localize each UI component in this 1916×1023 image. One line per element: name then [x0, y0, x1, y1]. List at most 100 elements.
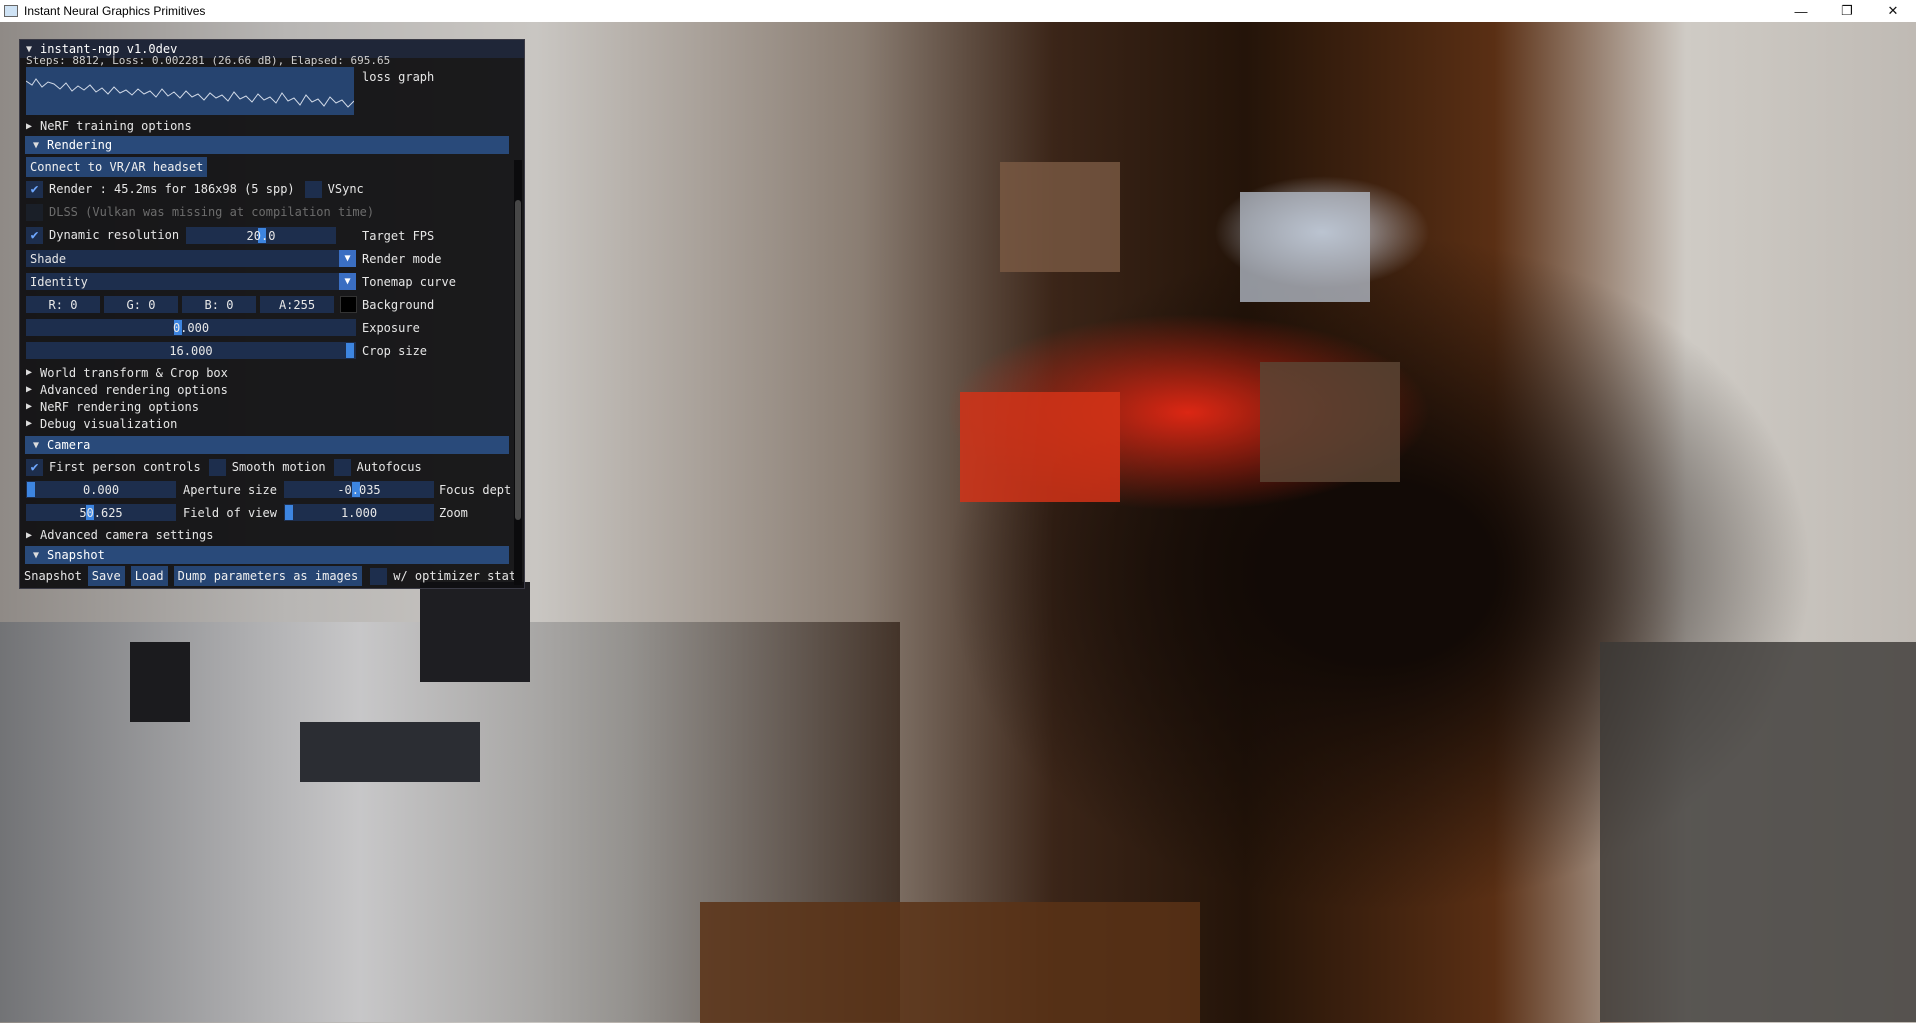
crop-size-slider[interactable]: 16.000: [26, 342, 356, 359]
app-icon: [4, 5, 18, 17]
optimizer-state-checkbox[interactable]: [370, 567, 388, 585]
collapse-arrow-icon: ▼: [33, 549, 40, 561]
smooth-motion-checkbox[interactable]: [208, 458, 226, 476]
nose-highlight: [960, 392, 1120, 502]
tonemap-label: Tonemap curve: [362, 274, 456, 289]
slider-grab[interactable]: [346, 343, 354, 358]
fur-right-patch: [1600, 642, 1916, 1022]
background-a-field[interactable]: A:255: [260, 296, 334, 313]
tonemap-combo[interactable]: Identity ▼: [26, 273, 356, 290]
chevron-down-icon[interactable]: ▼: [339, 273, 356, 290]
debug-visualization-label: Debug visualization: [40, 416, 178, 431]
background-r-field[interactable]: R: 0: [26, 296, 100, 313]
slider-grab[interactable]: [285, 505, 293, 520]
expand-arrow-icon: ▶: [26, 120, 33, 132]
aperture-label: Aperture size: [183, 482, 277, 497]
slider-grab[interactable]: [27, 482, 35, 497]
background-g-field[interactable]: G: 0: [104, 296, 178, 313]
control-panel: ▼ instant-ngp v1.0dev Steps: 8812, Loss:…: [19, 39, 525, 589]
panel-scrollbar[interactable]: [514, 160, 522, 585]
aperture-slider[interactable]: 0.000: [26, 481, 176, 498]
render-mode-value: Shade: [30, 251, 67, 266]
camera-header[interactable]: ▼ Camera: [25, 436, 509, 454]
fur-dark-patch: [300, 722, 480, 782]
exposure-slider[interactable]: 0.000: [26, 319, 356, 336]
loss-graph-line: [25, 78, 355, 108]
snapshot-label: Snapshot: [24, 569, 82, 583]
loss-graph: [25, 67, 355, 115]
fur-brown-patch: [1000, 162, 1120, 272]
dlss-label: DLSS (Vulkan was missing at compilation …: [49, 205, 375, 219]
collapse-arrow-icon: ▼: [33, 439, 40, 451]
dynamic-res-checkbox[interactable]: ✔: [26, 226, 43, 244]
fur-bottom-patch: [700, 902, 1200, 1023]
target-fps-slider[interactable]: 20.0: [186, 227, 336, 244]
chevron-down-icon[interactable]: ▼: [339, 250, 356, 267]
fov-label: Field of view: [183, 505, 277, 520]
zoom-slider[interactable]: 1.000: [284, 504, 434, 521]
vsync-checkbox[interactable]: [304, 180, 322, 198]
dlss-row: DLSS (Vulkan was missing at compilation …: [26, 202, 374, 222]
crop-size-label: Crop size: [362, 343, 428, 358]
expand-arrow-icon: ▶: [26, 384, 33, 395]
app-title-bar: Instant Neural Graphics Primitives — ❐ ✕: [0, 0, 1916, 22]
fov-slider[interactable]: 50.625: [26, 504, 176, 521]
advanced-camera-node[interactable]: ▶ Advanced camera settings: [26, 526, 213, 544]
render-mode-combo[interactable]: Shade ▼: [26, 250, 356, 267]
connect-vr-row: Connect to VR/AR headset: [26, 157, 208, 177]
advanced-rendering-label: Advanced rendering options: [40, 382, 228, 397]
window-title: Instant Neural Graphics Primitives: [24, 4, 206, 18]
render-checkbox[interactable]: ✔: [26, 180, 43, 198]
snapshot-row: Snapshot Save Load Dump parameters as im…: [24, 566, 516, 586]
dlss-checkbox: [26, 203, 43, 221]
expand-arrow-icon: ▶: [26, 418, 33, 429]
background-color-swatch[interactable]: [340, 296, 357, 313]
zoom-value: 1.000: [340, 505, 378, 520]
render-mode-label: Render mode: [362, 251, 442, 266]
collapse-arrow-icon: ▼: [33, 139, 40, 151]
zoom-label: Zoom: [439, 505, 468, 520]
dump-parameters-button[interactable]: Dump parameters as images: [173, 566, 363, 586]
dynamic-res-row: ✔ Dynamic resolution: [26, 225, 179, 245]
snapshot-header[interactable]: ▼ Snapshot: [25, 546, 509, 564]
rendering-header-label: Rendering: [47, 138, 113, 152]
exposure-label: Exposure: [362, 320, 420, 335]
focus-depth-value: -0.035: [337, 482, 381, 497]
minimize-button[interactable]: —: [1778, 0, 1824, 22]
target-fps-value: 20.0: [246, 228, 276, 243]
first-person-label: First person controls: [49, 460, 201, 474]
close-button[interactable]: ✕: [1870, 0, 1916, 22]
camera-header-label: Camera: [47, 438, 91, 452]
load-button[interactable]: Load: [130, 566, 168, 586]
save-button[interactable]: Save: [87, 566, 125, 586]
expand-arrow-icon: ▶: [26, 529, 33, 541]
autofocus-checkbox[interactable]: [333, 458, 351, 476]
advanced-rendering-node[interactable]: ▶ Advanced rendering options: [26, 381, 228, 398]
nerf-training-options-label: NeRF training options: [40, 119, 192, 133]
world-transform-label: World transform & Crop box: [40, 365, 228, 380]
debug-visualization-node[interactable]: ▶ Debug visualization: [26, 415, 177, 432]
nerf-training-options[interactable]: ▶ NeRF training options: [26, 116, 192, 136]
nerf-rendering-node[interactable]: ▶ NeRF rendering options: [26, 398, 199, 415]
rendering-header[interactable]: ▼ Rendering: [25, 136, 509, 154]
dynamic-res-label: Dynamic resolution: [49, 228, 180, 242]
connect-vr-button[interactable]: Connect to VR/AR headset: [26, 157, 208, 177]
fur-brown-patch: [1260, 362, 1400, 482]
aperture-value: 0.000: [82, 482, 120, 497]
maximize-button[interactable]: ❐: [1824, 0, 1870, 22]
focus-depth-label: Focus dept: [439, 482, 512, 497]
smooth-motion-label: Smooth motion: [231, 460, 326, 474]
snapshot-header-label: Snapshot: [47, 548, 105, 562]
background-b-field[interactable]: B: 0: [182, 296, 256, 313]
scrollbar-thumb[interactable]: [515, 200, 521, 520]
exposure-value: 0.000: [172, 320, 210, 335]
render-label: Render : 45.2ms for 186x98 (5 spp): [49, 182, 295, 196]
first-person-checkbox[interactable]: ✔: [26, 458, 43, 476]
optimizer-state-label: w/ optimizer stat: [393, 569, 517, 583]
focus-depth-slider[interactable]: -0.035: [284, 481, 434, 498]
vsync-label: VSync: [327, 182, 364, 196]
camera-options-row: ✔ First person controls Smooth motion Au…: [26, 457, 422, 477]
world-transform-node[interactable]: ▶ World transform & Crop box: [26, 364, 228, 381]
collapse-arrow-icon[interactable]: ▼: [26, 44, 32, 55]
loss-graph-label: loss graph: [362, 69, 435, 84]
